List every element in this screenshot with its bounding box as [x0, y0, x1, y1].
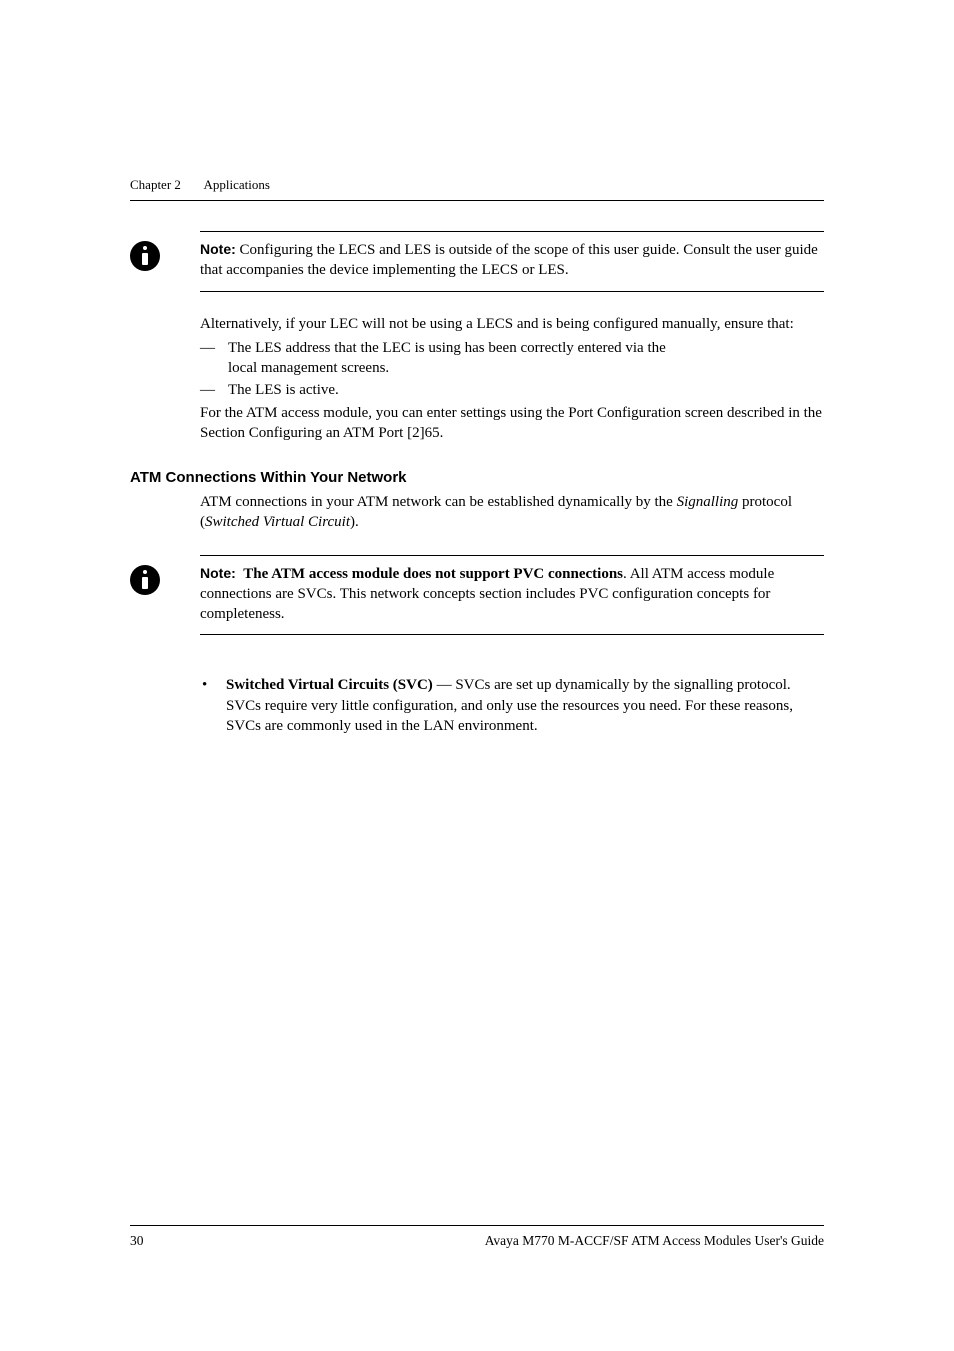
- note-text: Note: Configuring the LECS and LES is ou…: [200, 231, 824, 292]
- note-icon-cell: [130, 231, 200, 271]
- note-block-1: Note: Configuring the LECS and LES is ou…: [130, 231, 824, 292]
- bullet-title: Switched Virtual Circuits (SVC): [226, 677, 433, 693]
- footer: 30 Avaya M770 M-ACCF/SF ATM Access Modul…: [130, 1225, 824, 1249]
- list-text: local management screens.: [228, 358, 824, 378]
- note-label: Note:: [200, 565, 236, 581]
- note-icon-cell: [130, 555, 200, 595]
- note-text: Note: The ATM access module does not sup…: [200, 555, 824, 636]
- list-item: Switched Virtual Circuits (SVC) — SVCs a…: [200, 675, 824, 736]
- note-label: Note:: [200, 241, 236, 257]
- info-icon: [130, 565, 160, 595]
- dash-list: The LES address that the LEC is using ha…: [200, 338, 824, 401]
- footer-title: Avaya M770 M-ACCF/SF ATM Access Modules …: [485, 1233, 824, 1249]
- chapter-number: Chapter 2: [130, 177, 181, 192]
- alt-closing: For the ATM access module, you can enter…: [200, 403, 824, 444]
- alt-block: Alternatively, if your LEC will not be u…: [200, 314, 824, 444]
- note-body: Configuring the LECS and LES is outside …: [200, 242, 818, 278]
- list-text: The LES is active.: [228, 382, 339, 398]
- list-item: The LES is active.: [200, 380, 824, 400]
- running-header: Chapter 2 Applications: [130, 177, 824, 201]
- page-number: 30: [130, 1233, 144, 1249]
- bullet-list: Switched Virtual Circuits (SVC) — SVCs a…: [200, 675, 824, 736]
- info-icon: [130, 241, 160, 271]
- section-para: ATM connections in your ATM network can …: [200, 492, 824, 533]
- italic-text: Switched Virtual Circuit: [205, 514, 350, 530]
- list-text: The LES address that the LEC is using ha…: [228, 340, 666, 356]
- page: Chapter 2 Applications Note: Configuring…: [0, 0, 954, 1351]
- chapter-title: Applications: [203, 177, 269, 192]
- svc-block: Switched Virtual Circuits (SVC) — SVCs a…: [200, 675, 824, 736]
- note-bold: The ATM access module does not support P…: [243, 566, 623, 582]
- list-item: The LES address that the LEC is using ha…: [200, 338, 824, 379]
- section-heading: ATM Connections Within Your Network: [130, 469, 824, 486]
- alt-intro: Alternatively, if your LEC will not be u…: [200, 314, 824, 334]
- italic-text: Signalling: [677, 494, 739, 510]
- note-block-2: Note: The ATM access module does not sup…: [130, 555, 824, 636]
- text: ATM connections in your ATM network can …: [200, 494, 677, 510]
- section-body: ATM connections in your ATM network can …: [200, 492, 824, 533]
- text: ).: [350, 514, 359, 530]
